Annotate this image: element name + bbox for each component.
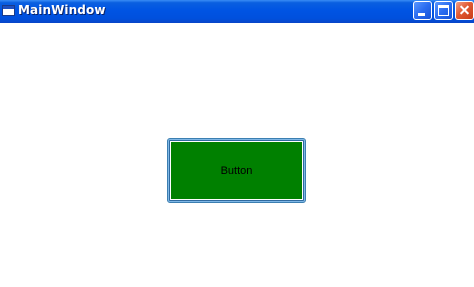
minimize-button[interactable]	[413, 1, 432, 20]
main-button[interactable]: Button	[167, 138, 306, 203]
close-icon	[456, 2, 473, 19]
title-bar[interactable]: MainWindow	[0, 0, 474, 23]
close-button[interactable]	[455, 1, 474, 20]
app-window-icon[interactable]	[2, 5, 15, 16]
minimize-icon	[418, 13, 425, 16]
maximize-button[interactable]	[434, 1, 453, 20]
button-face: Button	[171, 142, 302, 199]
button-label: Button	[220, 165, 253, 177]
window-title: MainWindow	[18, 3, 106, 17]
maximize-icon	[438, 5, 449, 16]
